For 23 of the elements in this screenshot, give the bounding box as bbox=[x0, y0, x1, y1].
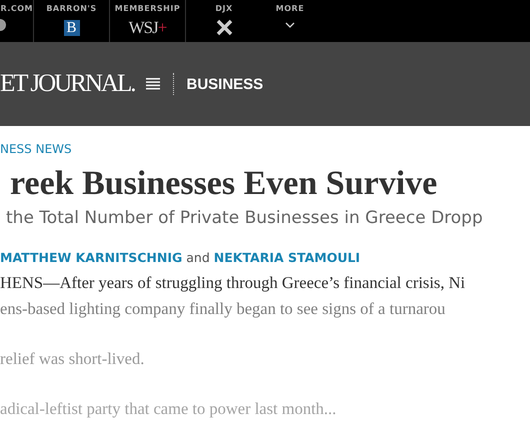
headline: reek Businesses Even Survive bbox=[9, 164, 438, 204]
category-link[interactable]: NESS NEWS bbox=[0, 142, 530, 156]
article-paragraph: adical-leftist party that came to power last month... bbox=[0, 398, 338, 420]
masthead-logo[interactable]: ET JOURNAL. bbox=[0, 70, 134, 98]
author-link[interactable]: NEKTARIA STAMOULI bbox=[214, 250, 360, 266]
byline-text: and bbox=[186, 250, 210, 266]
nav-link[interactable]: R.COM bbox=[0, 4, 33, 14]
article-paragraph: ens-based lighting company finally began to see signs of a turnarou bbox=[0, 298, 446, 320]
menu-icon[interactable] bbox=[146, 78, 160, 90]
nav-link[interactable]: MEMBERSHIP bbox=[114, 4, 180, 14]
subheadline: the Total Number of Private Businesses in Greece Dropp bbox=[5, 207, 484, 230]
barrons-logo[interactable]: B bbox=[64, 20, 80, 36]
chevron-down-icon bbox=[285, 22, 295, 28]
article-paragraph: HENS—After years of struggling through Greece’s financial crisis, Ni bbox=[0, 272, 466, 294]
nav-link[interactable]: MORE bbox=[276, 4, 304, 14]
article-paragraph: relief was short-lived. bbox=[0, 348, 146, 370]
nav-link[interactable]: DJX bbox=[215, 4, 233, 14]
section-link[interactable]: BUSINESS bbox=[186, 76, 264, 92]
nav-link[interactable]: BARRON'S bbox=[46, 4, 97, 14]
close-icon[interactable] bbox=[216, 19, 232, 36]
wsj-logo[interactable]: WSJ+ bbox=[128, 18, 166, 38]
logo-icon bbox=[0, 17, 6, 33]
author-link[interactable]: MATTHEW KARNITSCHNIG bbox=[0, 250, 182, 266]
